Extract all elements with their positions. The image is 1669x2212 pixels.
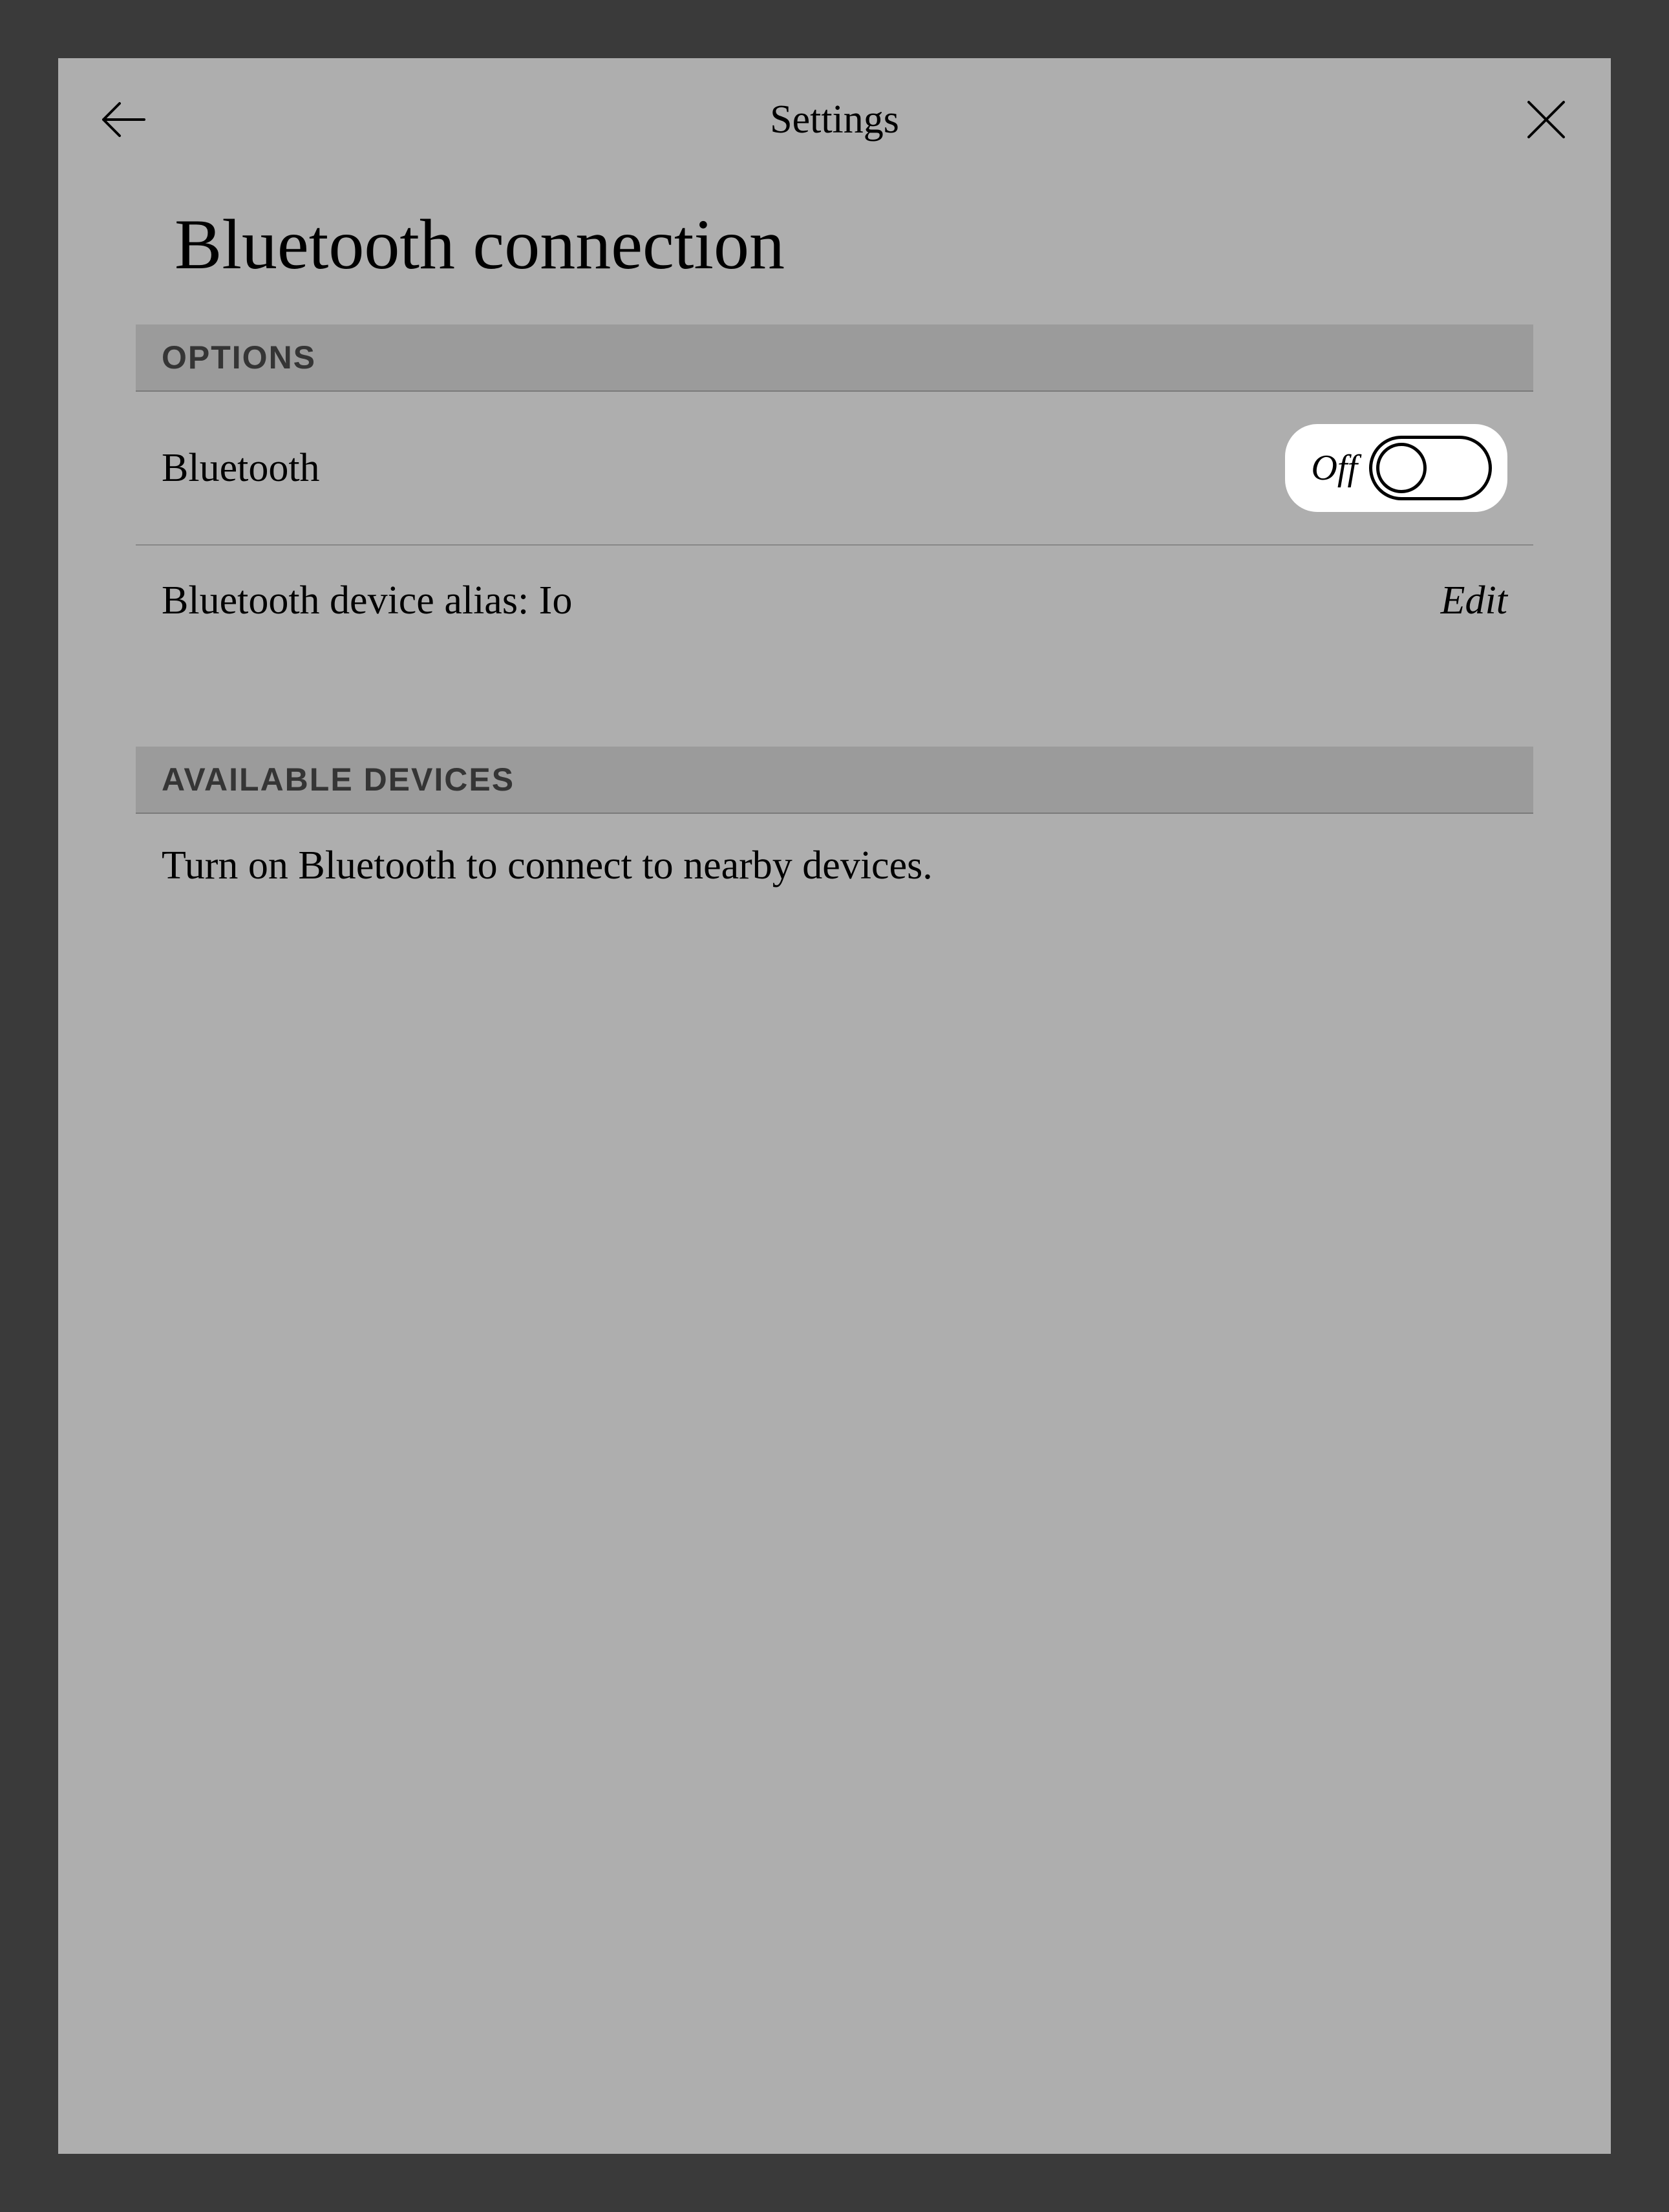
edit-alias-button[interactable]: Edit [1441,578,1507,624]
available-devices-header-text: AVAILABLE DEVICES [162,761,1507,798]
settings-screen: Settings Bluetooth connection OPTIONS Bl… [58,58,1611,2154]
options-header-text: OPTIONS [162,339,1507,376]
bluetooth-off-info-text: Turn on Bluetooth to connect to nearby d… [136,814,1533,918]
page-title: Bluetooth connection [58,178,1611,324]
toggle-knob-icon [1376,443,1427,493]
header-bar: Settings [58,58,1611,178]
bluetooth-toggle[interactable]: Off [1285,424,1507,512]
close-button[interactable] [1520,94,1572,145]
options-section-header: OPTIONS [136,324,1533,392]
back-button[interactable] [97,94,149,145]
content-area: OPTIONS Bluetooth Off Bluetooth device a… [58,324,1611,918]
available-devices-section-header: AVAILABLE DEVICES [136,747,1533,814]
toggle-state-label: Off [1311,447,1357,489]
alias-label: Bluetooth device alias: Io [162,578,572,624]
bluetooth-toggle-row: Bluetooth Off [136,392,1533,546]
bluetooth-label: Bluetooth [162,445,320,491]
back-arrow-icon [100,100,145,139]
toggle-switch-icon [1369,436,1492,500]
section-gap [136,656,1533,747]
bluetooth-alias-row: Bluetooth device alias: Io Edit [136,546,1533,656]
close-icon [1524,97,1569,142]
header-title: Settings [770,97,899,143]
